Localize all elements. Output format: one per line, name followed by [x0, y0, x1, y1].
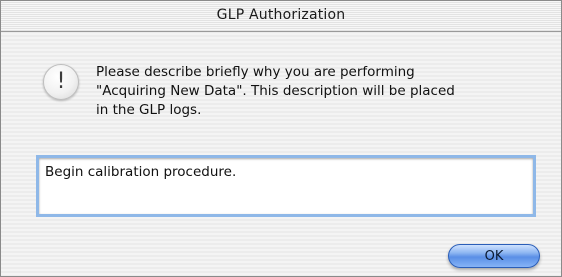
- message-line: "Acquiring New Data". This description w…: [96, 83, 455, 99]
- glp-authorization-dialog: GLP Authorization ! Please describe brie…: [0, 0, 562, 277]
- alert-icon-glyph: !: [56, 69, 66, 94]
- dialog-title: GLP Authorization: [216, 7, 346, 23]
- message-line: Please describe briefly why you are perf…: [96, 64, 415, 80]
- description-input[interactable]: Begin calibration procedure.: [36, 155, 536, 217]
- title-bar[interactable]: GLP Authorization: [1, 1, 561, 32]
- ok-button[interactable]: OK: [448, 244, 540, 268]
- message-line: in the GLP logs.: [96, 102, 202, 118]
- alert-message: Please describe briefly why you are perf…: [96, 63, 526, 120]
- exclamation-alert-icon: !: [43, 64, 79, 100]
